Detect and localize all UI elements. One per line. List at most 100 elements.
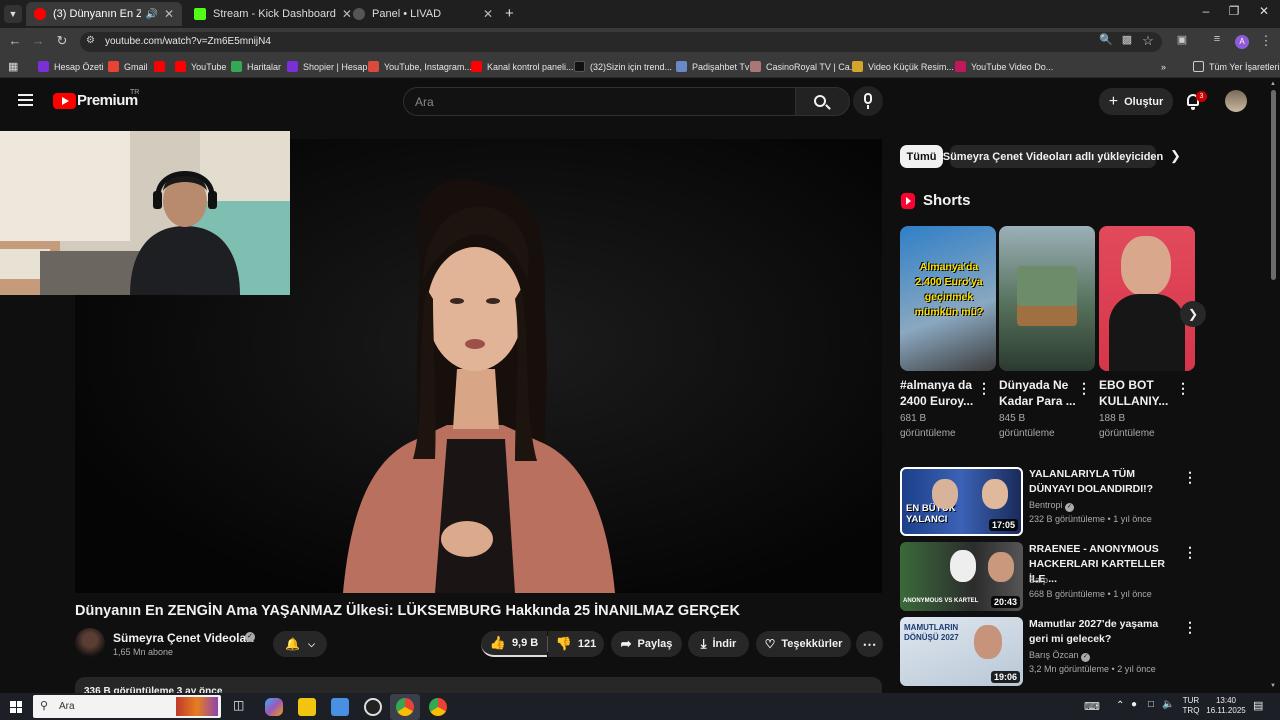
bookmark-item[interactable]: Video Küçük Resim... bbox=[852, 58, 954, 75]
apps-grid-icon[interactable]: ▦ bbox=[8, 60, 18, 73]
shorts-next-button[interactable]: ❯ bbox=[1180, 301, 1206, 327]
download-button[interactable]: ⤓ İndir bbox=[688, 631, 749, 657]
related-thumbnail[interactable]: ANONYMOUS VS KARTEL 20:43 bbox=[900, 542, 1023, 611]
related-channel[interactable]: Bentropi ✓ bbox=[1029, 500, 1075, 512]
logo-text[interactable]: Premium bbox=[77, 92, 138, 109]
short-more-icon[interactable]: ⋮ bbox=[1176, 380, 1190, 397]
short-more-icon[interactable]: ⋮ bbox=[1077, 380, 1091, 397]
tab-youtube[interactable]: (3) Dünyanın En ZENGİN A 🔊 ✕ bbox=[26, 2, 182, 26]
cast-icon[interactable]: ▩ bbox=[1118, 33, 1136, 46]
clock[interactable]: 13:40 16.11.2025 bbox=[1204, 696, 1248, 716]
bookmark-item[interactable]: Kanal kontrol paneli... bbox=[471, 58, 574, 75]
extensions-icon[interactable]: ▣ bbox=[1173, 33, 1191, 46]
all-bookmarks[interactable]: Tüm Yer İşaretleri bbox=[1193, 58, 1280, 75]
related-more-icon[interactable]: ⋮ bbox=[1183, 619, 1197, 636]
channel-avatar[interactable] bbox=[75, 628, 105, 658]
subscription-bell-button[interactable]: 🔔 ⌵ bbox=[273, 631, 327, 657]
bookmark-item[interactable]: YouTube, Instagram... bbox=[368, 58, 472, 75]
create-button[interactable]: + Oluştur bbox=[1099, 88, 1173, 115]
bookmark-item[interactable]: (32)Sizin için trend... bbox=[574, 58, 672, 75]
bookmark-item[interactable] bbox=[154, 58, 170, 75]
related-more-icon[interactable]: ⋮ bbox=[1183, 544, 1197, 561]
back-icon[interactable]: ← bbox=[6, 33, 24, 48]
chip-all[interactable]: Tümü bbox=[900, 145, 943, 168]
dislike-button[interactable]: 👎 121 bbox=[548, 631, 604, 657]
short-title[interactable]: EBO BOT KULLANIY... bbox=[1099, 377, 1177, 409]
search-input[interactable]: Ara bbox=[403, 87, 796, 116]
tab-livad[interactable]: Panel • LIVAD ✕ bbox=[345, 2, 501, 26]
microphone-tray-icon[interactable]: ● bbox=[1131, 699, 1137, 710]
short-title[interactable]: #almanya da 2400 Euroy... bbox=[900, 377, 978, 409]
zoom-icon[interactable]: 🔍 bbox=[1097, 33, 1115, 46]
related-title[interactable]: YALANLARIYLA TÜM DÜNYAYI DOLANDIRDI!? bbox=[1029, 467, 1179, 497]
related-title[interactable]: Mamutlar 2027'de yaşama geri mi gelecek? bbox=[1029, 617, 1179, 647]
network-icon[interactable]: □ bbox=[1148, 699, 1154, 710]
account-avatar[interactable] bbox=[1225, 90, 1247, 112]
store-icon[interactable] bbox=[331, 698, 349, 716]
scrollbar-down-icon[interactable]: ▼ bbox=[1270, 683, 1276, 689]
bookmark-item[interactable]: YouTube Video Do... bbox=[955, 58, 1053, 75]
tray-chevron-icon[interactable]: ⌃ bbox=[1116, 700, 1124, 711]
like-button[interactable]: 👍 9,9 B bbox=[481, 631, 547, 657]
taskbar-search[interactable]: ⚲ Ara bbox=[33, 695, 221, 718]
close-tab-icon[interactable]: ✕ bbox=[477, 7, 493, 21]
related-channel[interactable]: Barış Özcan ✓ bbox=[1029, 650, 1091, 662]
speaker-icon[interactable]: 🔊 bbox=[145, 9, 157, 20]
channel-name[interactable]: Sümeyra Çenet Videoları bbox=[113, 631, 254, 645]
restore-icon[interactable]: ❐ bbox=[1224, 4, 1244, 18]
bookmark-item[interactable]: Gmail bbox=[108, 58, 148, 75]
bookmark-item[interactable]: YouTube bbox=[175, 58, 226, 75]
share-button[interactable]: ➦ Paylaş bbox=[611, 631, 682, 657]
language-indicator[interactable]: TUR TRQ bbox=[1180, 696, 1202, 716]
close-window-icon[interactable]: ✕ bbox=[1254, 4, 1274, 18]
menu-icon[interactable]: ⋮ bbox=[1257, 33, 1275, 49]
search-button[interactable] bbox=[795, 87, 850, 116]
bookmark-item[interactable]: Shopier | Hesap bbox=[287, 58, 367, 75]
more-actions-button[interactable]: ⋯ bbox=[856, 631, 883, 657]
short-thumbnail[interactable] bbox=[1099, 226, 1195, 371]
youtube-logo-icon[interactable] bbox=[53, 93, 76, 109]
bookmark-star-icon[interactable]: ☆ bbox=[1139, 33, 1157, 49]
related-more-icon[interactable]: ⋮ bbox=[1183, 469, 1197, 486]
tab-search-button[interactable]: ▼ bbox=[4, 5, 22, 23]
short-thumbnail[interactable] bbox=[999, 226, 1095, 371]
related-channel[interactable]: Sarp bbox=[1029, 575, 1048, 585]
short-more-icon[interactable]: ⋮ bbox=[977, 380, 991, 397]
tab-kick[interactable]: Stream - Kick Dashboard ✕ bbox=[186, 2, 352, 26]
forward-icon[interactable]: → bbox=[29, 33, 47, 48]
keyboard-icon[interactable]: ⌨ bbox=[1084, 700, 1100, 713]
related-thumbnail[interactable]: MAMUTLARIN DÖNÜŞÜ 2027 19:06 bbox=[900, 617, 1023, 686]
chrome-icon[interactable] bbox=[429, 698, 447, 716]
file-explorer-icon[interactable] bbox=[298, 698, 316, 716]
bookmark-item[interactable]: Hesap Özeti bbox=[38, 58, 104, 75]
copilot-icon[interactable] bbox=[265, 698, 283, 716]
scrollbar-up-icon[interactable]: ▲ bbox=[1270, 81, 1276, 87]
windows-start-icon[interactable] bbox=[10, 701, 22, 713]
task-view-icon[interactable]: ◫ bbox=[233, 698, 244, 712]
reading-list-icon[interactable]: ≡ bbox=[1208, 33, 1226, 45]
new-tab-icon[interactable]: + bbox=[505, 5, 514, 22]
thanks-button[interactable]: ♡ Teşekkürler bbox=[756, 631, 851, 657]
short-thumbnail[interactable]: Almanya'da 2.400 Euro'ya geçinmek mümkün… bbox=[900, 226, 996, 371]
volume-icon[interactable]: 🔈 bbox=[1162, 699, 1174, 710]
chip-from-uploader[interactable]: Sümeyra Çenet Videoları adlı yükleyicide… bbox=[943, 145, 1163, 168]
related-thumbnail[interactable]: EN BÜYÜK YALANCI 17:05 bbox=[900, 467, 1023, 536]
chips-next-icon[interactable]: ❯ bbox=[1170, 148, 1181, 164]
page-scrollbar[interactable] bbox=[1271, 90, 1276, 280]
chrome-icon[interactable] bbox=[396, 698, 414, 716]
short-title[interactable]: Dünyada Ne Kadar Para ... bbox=[999, 377, 1077, 409]
bookmark-item[interactable]: Padişahbet Tv bbox=[676, 58, 749, 75]
site-info-icon[interactable]: ⚙ bbox=[86, 35, 95, 46]
url-text[interactable]: youtube.com/watch?v=Zm6E5mnijN4 bbox=[105, 36, 271, 47]
bookmark-item[interactable]: CasinoRoyal TV | Ca... bbox=[750, 58, 857, 75]
close-tab-icon[interactable]: ✕ bbox=[158, 7, 174, 21]
bookmark-item[interactable]: Haritalar bbox=[231, 58, 281, 75]
profile-avatar[interactable]: A bbox=[1235, 35, 1249, 49]
related-title[interactable]: RRAENEE - ANONYMOUS HACKERLARI KARTELLER… bbox=[1029, 542, 1179, 587]
obs-icon[interactable] bbox=[364, 698, 382, 716]
hamburger-menu-icon[interactable] bbox=[18, 94, 33, 106]
reload-icon[interactable]: ↻ bbox=[53, 33, 71, 49]
minimize-icon[interactable]: – bbox=[1196, 4, 1216, 18]
notification-center-icon[interactable]: ▤ bbox=[1253, 699, 1263, 712]
more-bookmarks-icon[interactable]: » bbox=[1161, 58, 1166, 75]
